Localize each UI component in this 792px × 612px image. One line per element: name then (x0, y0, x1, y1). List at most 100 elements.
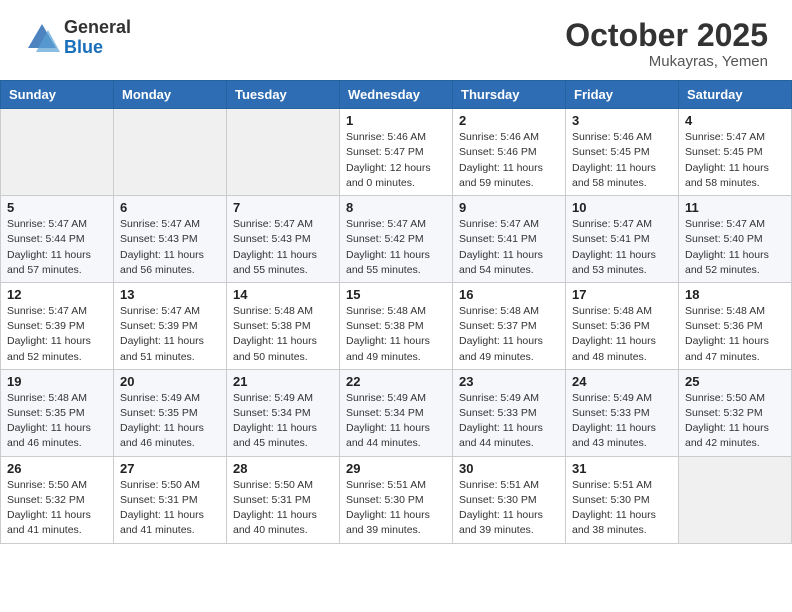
day-number: 18 (685, 287, 785, 302)
calendar-cell: 27 Sunrise: 5:50 AMSunset: 5:31 PMDayligh… (114, 456, 227, 543)
weekday-header: Tuesday (227, 81, 340, 109)
day-number: 21 (233, 374, 333, 389)
day-detail: Sunrise: 5:47 AMSunset: 5:40 PMDaylight:… (685, 217, 785, 278)
logo-text: General Blue (64, 18, 131, 58)
calendar: SundayMondayTuesdayWednesdayThursdayFrid… (0, 80, 792, 543)
day-detail: Sunrise: 5:50 AMSunset: 5:31 PMDaylight:… (120, 478, 220, 539)
header: General Blue October 2025 Mukayras, Yeme… (0, 0, 792, 80)
calendar-cell: 15 Sunrise: 5:48 AMSunset: 5:38 PMDayligh… (340, 282, 453, 369)
calendar-cell: 14Sunrise: 5:48 AMSunset: 5:38 PMDayligh… (227, 282, 340, 369)
day-number: 5 (7, 200, 107, 215)
calendar-cell: 24 Sunrise: 5:49 AMSunset: 5:33 PMDayligh… (566, 369, 679, 456)
calendar-cell: 7 Sunrise: 5:47 AMSunset: 5:43 PMDaylight… (227, 196, 340, 283)
month-title: October 2025 (565, 18, 768, 53)
calendar-cell (679, 456, 792, 543)
logo-icon (24, 20, 60, 56)
calendar-cell (114, 109, 227, 196)
day-number: 10 (572, 200, 672, 215)
calendar-cell: 5 Sunrise: 5:47 AMSunset: 5:44 PMDaylight… (1, 196, 114, 283)
calendar-cell (227, 109, 340, 196)
day-detail: Sunrise: 5:48 AMSunset: 5:36 PMDaylight:… (685, 304, 785, 365)
day-detail: Sunrise: 5:49 AMSunset: 5:34 PMDaylight:… (346, 391, 446, 452)
weekday-header: Saturday (679, 81, 792, 109)
day-detail: Sunrise: 5:48 AMSunset: 5:37 PMDaylight:… (459, 304, 559, 365)
day-number: 12 (7, 287, 107, 302)
day-number: 20 (120, 374, 220, 389)
day-detail: Sunrise: 5:46 AMSunset: 5:46 PMDaylight:… (459, 130, 559, 191)
day-number: 13 (120, 287, 220, 302)
day-number: 22 (346, 374, 446, 389)
day-number: 15 (346, 287, 446, 302)
calendar-cell: 23Sunrise: 5:49 AMSunset: 5:33 PMDayligh… (453, 369, 566, 456)
day-detail: Sunrise: 5:48 AMSunset: 5:38 PMDaylight:… (233, 304, 333, 365)
day-number: 11 (685, 200, 785, 215)
weekday-header: Sunday (1, 81, 114, 109)
weekday-header: Friday (566, 81, 679, 109)
calendar-week-row: 12 Sunrise: 5:47 AMSunset: 5:39 PMDayligh… (1, 282, 792, 369)
calendar-cell: 29 Sunrise: 5:51 AMSunset: 5:30 PMDayligh… (340, 456, 453, 543)
calendar-cell: 19Sunrise: 5:48 AMSunset: 5:35 PMDayligh… (1, 369, 114, 456)
calendar-cell: 26Sunrise: 5:50 AMSunset: 5:32 PMDayligh… (1, 456, 114, 543)
day-number: 27 (120, 461, 220, 476)
day-detail: Sunrise: 5:49 AMSunset: 5:33 PMDaylight:… (572, 391, 672, 452)
calendar-week-row: 1 Sunrise: 5:46 AMSunset: 5:47 PMDaylight… (1, 109, 792, 196)
day-number: 24 (572, 374, 672, 389)
calendar-cell: 12Sunrise: 5:47 AMSunset: 5:39 PMDayligh… (1, 282, 114, 369)
day-number: 6 (120, 200, 220, 215)
day-detail: Sunrise: 5:50 AMSunset: 5:32 PMDaylight:… (7, 478, 107, 539)
calendar-cell: 22 Sunrise: 5:49 AMSunset: 5:34 PMDayligh… (340, 369, 453, 456)
day-detail: Sunrise: 5:50 AMSunset: 5:32 PMDaylight:… (685, 391, 785, 452)
calendar-cell: 10Sunrise: 5:47 AMSunset: 5:41 PMDayligh… (566, 196, 679, 283)
day-number: 28 (233, 461, 333, 476)
day-number: 30 (459, 461, 559, 476)
calendar-cell: 31 Sunrise: 5:51 AMSunset: 5:30 PMDayligh… (566, 456, 679, 543)
logo-blue: Blue (64, 38, 131, 58)
day-number: 17 (572, 287, 672, 302)
day-number: 7 (233, 200, 333, 215)
day-number: 29 (346, 461, 446, 476)
calendar-cell: 11 Sunrise: 5:47 AMSunset: 5:40 PMDayligh… (679, 196, 792, 283)
weekday-header: Thursday (453, 81, 566, 109)
weekday-header: Monday (114, 81, 227, 109)
day-detail: Sunrise: 5:48 AMSunset: 5:38 PMDaylight:… (346, 304, 446, 365)
day-number: 9 (459, 200, 559, 215)
day-number: 25 (685, 374, 785, 389)
logo-general: General (64, 18, 131, 38)
calendar-cell: 28 Sunrise: 5:50 AMSunset: 5:31 PMDayligh… (227, 456, 340, 543)
day-detail: Sunrise: 5:47 AMSunset: 5:39 PMDaylight:… (120, 304, 220, 365)
day-detail: Sunrise: 5:50 AMSunset: 5:31 PMDaylight:… (233, 478, 333, 539)
day-number: 1 (346, 113, 446, 128)
calendar-cell: 18 Sunrise: 5:48 AMSunset: 5:36 PMDayligh… (679, 282, 792, 369)
calendar-cell: 16Sunrise: 5:48 AMSunset: 5:37 PMDayligh… (453, 282, 566, 369)
calendar-cell: 3Sunrise: 5:46 AMSunset: 5:45 PMDaylight… (566, 109, 679, 196)
day-detail: Sunrise: 5:47 AMSunset: 5:42 PMDaylight:… (346, 217, 446, 278)
calendar-week-row: 5 Sunrise: 5:47 AMSunset: 5:44 PMDaylight… (1, 196, 792, 283)
calendar-cell: 6Sunrise: 5:47 AMSunset: 5:43 PMDaylight… (114, 196, 227, 283)
day-detail: Sunrise: 5:47 AMSunset: 5:43 PMDaylight:… (233, 217, 333, 278)
day-number: 31 (572, 461, 672, 476)
day-detail: Sunrise: 5:51 AMSunset: 5:30 PMDaylight:… (572, 478, 672, 539)
day-detail: Sunrise: 5:51 AMSunset: 5:30 PMDaylight:… (459, 478, 559, 539)
day-detail: Sunrise: 5:47 AMSunset: 5:44 PMDaylight:… (7, 217, 107, 278)
calendar-cell: 20 Sunrise: 5:49 AMSunset: 5:35 PMDayligh… (114, 369, 227, 456)
calendar-cell: 25 Sunrise: 5:50 AMSunset: 5:32 PMDayligh… (679, 369, 792, 456)
day-detail: Sunrise: 5:49 AMSunset: 5:34 PMDaylight:… (233, 391, 333, 452)
title-section: October 2025 Mukayras, Yemen (565, 18, 768, 70)
calendar-cell: 4Sunrise: 5:47 AMSunset: 5:45 PMDaylight… (679, 109, 792, 196)
day-detail: Sunrise: 5:46 AMSunset: 5:45 PMDaylight:… (572, 130, 672, 191)
calendar-cell: 2Sunrise: 5:46 AMSunset: 5:46 PMDaylight… (453, 109, 566, 196)
calendar-cell: 8 Sunrise: 5:47 AMSunset: 5:42 PMDaylight… (340, 196, 453, 283)
calendar-cell: 9 Sunrise: 5:47 AMSunset: 5:41 PMDaylight… (453, 196, 566, 283)
calendar-cell: 17 Sunrise: 5:48 AMSunset: 5:36 PMDayligh… (566, 282, 679, 369)
calendar-cell: 1 Sunrise: 5:46 AMSunset: 5:47 PMDaylight… (340, 109, 453, 196)
day-detail: Sunrise: 5:46 AMSunset: 5:47 PMDaylight:… (346, 130, 446, 191)
day-number: 8 (346, 200, 446, 215)
weekday-header: Wednesday (340, 81, 453, 109)
day-detail: Sunrise: 5:49 AMSunset: 5:35 PMDaylight:… (120, 391, 220, 452)
day-detail: Sunrise: 5:48 AMSunset: 5:36 PMDaylight:… (572, 304, 672, 365)
day-detail: Sunrise: 5:51 AMSunset: 5:30 PMDaylight:… (346, 478, 446, 539)
day-detail: Sunrise: 5:47 AMSunset: 5:41 PMDaylight:… (459, 217, 559, 278)
day-detail: Sunrise: 5:48 AMSunset: 5:35 PMDaylight:… (7, 391, 107, 452)
calendar-cell (1, 109, 114, 196)
calendar-week-row: 19Sunrise: 5:48 AMSunset: 5:35 PMDayligh… (1, 369, 792, 456)
